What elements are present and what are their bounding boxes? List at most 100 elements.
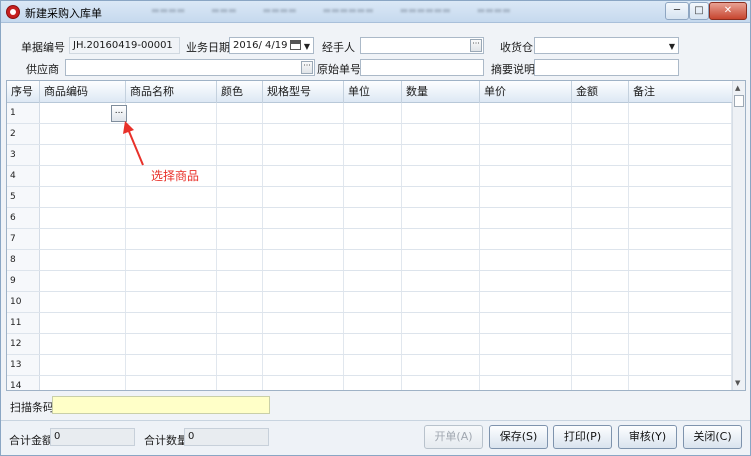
grid-cell[interactable] <box>629 166 732 186</box>
grid-cell[interactable] <box>572 334 629 354</box>
handler-picker-button[interactable]: ··· <box>470 39 482 52</box>
open-order-button[interactable]: 开单(A) <box>424 425 483 449</box>
grid-cell[interactable] <box>344 334 402 354</box>
col-header-code[interactable]: 商品编码 <box>40 81 126 103</box>
audit-button[interactable]: 审核(Y) <box>618 425 677 449</box>
grid-cell[interactable] <box>263 250 344 270</box>
save-button[interactable]: 保存(S) <box>489 425 548 449</box>
grid-cell[interactable] <box>40 229 126 249</box>
col-header-spec[interactable]: 规格型号 <box>263 81 344 103</box>
grid-cell[interactable] <box>402 292 480 312</box>
supplier-field[interactable]: ··· <box>65 59 315 76</box>
grid-cell[interactable] <box>126 376 217 390</box>
grid-cell[interactable] <box>40 271 126 291</box>
grid-cell[interactable] <box>217 145 263 165</box>
grid-cell[interactable] <box>263 271 344 291</box>
grid-cell[interactable] <box>572 124 629 144</box>
grid-cell[interactable] <box>480 376 572 390</box>
grid-cell[interactable] <box>572 250 629 270</box>
grid-cell[interactable] <box>263 229 344 249</box>
grid-cell[interactable] <box>126 292 217 312</box>
table-row[interactable]: 12 <box>7 334 732 355</box>
table-row[interactable]: 14 <box>7 376 732 390</box>
grid-cell[interactable] <box>263 103 344 123</box>
grid-cell[interactable] <box>629 145 732 165</box>
grid-cell[interactable] <box>402 313 480 333</box>
grid-cell[interactable] <box>402 145 480 165</box>
table-row[interactable]: 2 <box>7 124 732 145</box>
grid-cell[interactable] <box>344 292 402 312</box>
grid-cell[interactable] <box>263 334 344 354</box>
biz-date-picker[interactable]: 2016/ 4/19 ▼ <box>229 37 314 54</box>
grid-cell[interactable] <box>572 229 629 249</box>
grid-cell[interactable] <box>572 313 629 333</box>
grid-cell[interactable] <box>40 208 126 228</box>
grid-cell[interactable] <box>572 271 629 291</box>
grid-cell[interactable] <box>480 355 572 375</box>
grid-cell[interactable] <box>629 103 732 123</box>
barcode-input[interactable] <box>52 396 270 414</box>
grid-cell[interactable] <box>402 166 480 186</box>
grid-cell[interactable] <box>40 250 126 270</box>
grid-cell[interactable] <box>480 313 572 333</box>
grid-cell[interactable] <box>217 250 263 270</box>
table-row[interactable]: 9 <box>7 271 732 292</box>
grid-cell[interactable] <box>126 334 217 354</box>
grid-cell[interactable] <box>629 187 732 207</box>
doc-no-field[interactable]: JH.20160419-00001 <box>69 37 180 54</box>
grid-cell[interactable] <box>126 208 217 228</box>
grid-cell[interactable] <box>263 376 344 390</box>
grid-cell[interactable] <box>263 208 344 228</box>
table-row[interactable]: 13 <box>7 355 732 376</box>
grid-cell[interactable] <box>572 208 629 228</box>
scroll-up-icon[interactable]: ▲ <box>735 84 740 92</box>
close-window-button[interactable]: ✕ <box>709 2 747 20</box>
grid-cell[interactable] <box>480 166 572 186</box>
grid-cell[interactable] <box>629 355 732 375</box>
close-button[interactable]: 关闭(C) <box>683 425 742 449</box>
grid-cell[interactable] <box>572 376 629 390</box>
handler-field[interactable]: ··· <box>360 37 484 54</box>
grid-cell[interactable] <box>402 334 480 354</box>
grid-cell[interactable] <box>629 250 732 270</box>
grid-cell[interactable] <box>629 334 732 354</box>
col-header-qty[interactable]: 数量 <box>402 81 480 103</box>
chevron-down-icon[interactable]: ▼ <box>669 39 675 53</box>
summary-field[interactable] <box>534 59 679 76</box>
grid-cell[interactable] <box>217 124 263 144</box>
grid-cell[interactable] <box>629 124 732 144</box>
grid-cell[interactable] <box>402 187 480 207</box>
grid-cell[interactable] <box>480 292 572 312</box>
grid-cell[interactable] <box>480 208 572 228</box>
grid-cell[interactable] <box>572 355 629 375</box>
grid-cell[interactable] <box>126 313 217 333</box>
grid-cell[interactable] <box>40 355 126 375</box>
grid-cell[interactable] <box>263 355 344 375</box>
grid-cell[interactable] <box>629 292 732 312</box>
table-row[interactable]: 10 <box>7 292 732 313</box>
scrollbar-thumb[interactable] <box>734 95 744 107</box>
grid-cell[interactable] <box>217 208 263 228</box>
grid-cell[interactable] <box>344 250 402 270</box>
grid-vertical-scrollbar[interactable]: ▲ ▼ <box>732 81 745 390</box>
grid-cell[interactable] <box>263 124 344 144</box>
grid-cell[interactable] <box>217 313 263 333</box>
grid-cell[interactable] <box>126 229 217 249</box>
grid-cell[interactable] <box>402 103 480 123</box>
grid-cell[interactable] <box>572 187 629 207</box>
grid-cell[interactable] <box>480 271 572 291</box>
maximize-button[interactable]: □ <box>689 2 709 20</box>
grid-cell[interactable] <box>40 166 126 186</box>
grid-cell[interactable] <box>572 103 629 123</box>
grid-cell[interactable] <box>40 187 126 207</box>
grid-cell[interactable] <box>480 250 572 270</box>
grid-cell[interactable] <box>402 250 480 270</box>
grid-cell[interactable] <box>263 187 344 207</box>
grid-cell[interactable] <box>40 313 126 333</box>
table-row[interactable]: 5 <box>7 187 732 208</box>
grid-cell[interactable] <box>217 229 263 249</box>
grid-cell[interactable] <box>217 271 263 291</box>
grid-cell[interactable] <box>344 355 402 375</box>
print-button[interactable]: 打印(P) <box>553 425 612 449</box>
grid-cell[interactable] <box>402 355 480 375</box>
